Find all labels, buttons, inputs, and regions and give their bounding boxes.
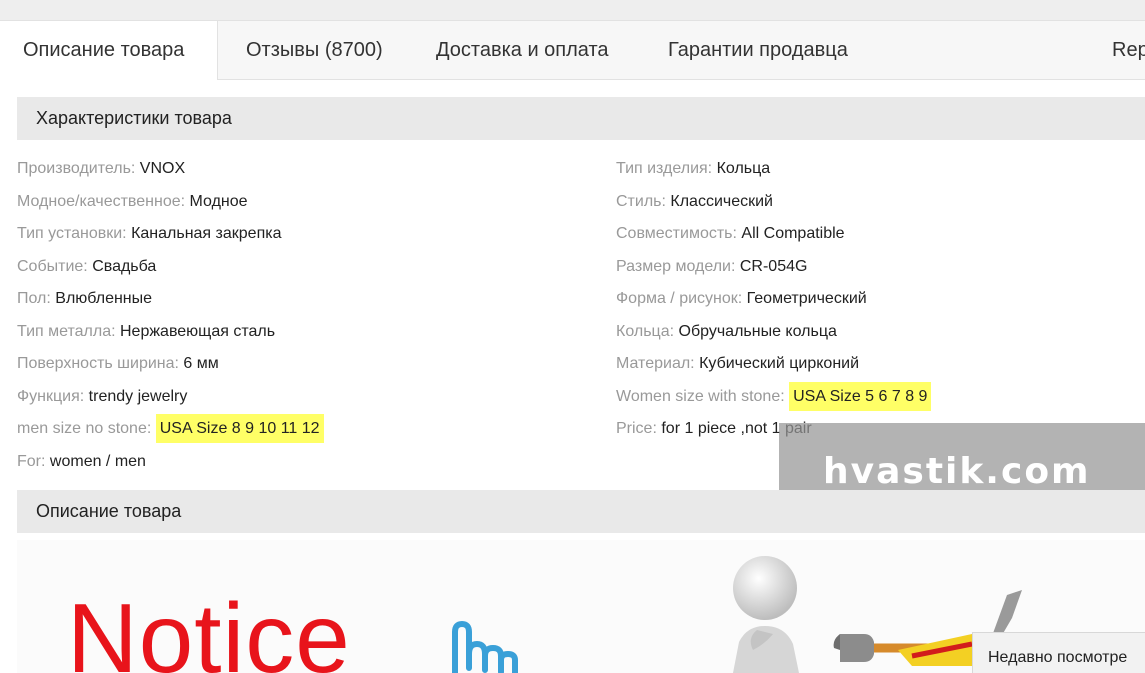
spec-value: All Compatible <box>741 225 845 242</box>
spec-value: Нержавеющая сталь <box>120 323 276 340</box>
spec-value: 6 мм <box>183 355 219 372</box>
spec-gender: Пол: Влюбленные <box>17 289 152 309</box>
spec-surface-width: Поверхность ширина: 6 мм <box>17 354 219 374</box>
spec-value: VNOX <box>139 160 186 177</box>
spec-for: For: women / men <box>17 452 146 472</box>
spec-key: Price: <box>616 420 657 437</box>
spec-shape-pattern: Форма / рисунок: Геометрический <box>616 289 867 309</box>
spec-key: men size no stone: <box>17 420 152 437</box>
spec-value: Геометрический <box>746 290 867 307</box>
spec-material: Материал: Кубический цирконий <box>616 354 859 374</box>
spec-value-highlighted: USA Size 8 9 10 11 12 <box>155 414 324 443</box>
thinking-figure-icon <box>733 556 799 673</box>
spec-key: Материал: <box>616 355 695 372</box>
notice-text: Notice <box>67 583 351 673</box>
spec-key: Кольца: <box>616 323 675 340</box>
spec-key: Тип металла: <box>17 323 116 340</box>
spec-key: Форма / рисунок: <box>616 290 743 307</box>
spec-value: trendy jewelry <box>88 388 188 405</box>
watermark-text: hvastik.com <box>823 451 1091 492</box>
recently-viewed-bar[interactable]: Недавно посмотре <box>972 632 1145 673</box>
spec-setting-type: Тип установки: Канальная закрепка <box>17 224 281 244</box>
spec-key: Поверхность ширина: <box>17 355 179 372</box>
spec-occasion: Событие: Свадьба <box>17 257 156 277</box>
spec-value: Модное <box>189 193 248 210</box>
spec-value: women / men <box>49 453 146 470</box>
spec-key: For: <box>17 453 46 470</box>
spec-key: Событие: <box>17 258 88 275</box>
spec-model-number: Размер модели: CR-054G <box>616 257 807 277</box>
spec-item-type: Тип изделия: Кольца <box>616 159 770 179</box>
spec-value: Влюбленные <box>55 290 153 307</box>
spec-value: Канальная закрепка <box>131 225 282 242</box>
spec-metal-type: Тип металла: Нержавеющая сталь <box>17 322 275 342</box>
spec-value: Кубический цирконий <box>699 355 860 372</box>
spec-key: Размер модели: <box>616 258 736 275</box>
tab-delivery-payment[interactable]: Доставка и оплата <box>436 21 609 79</box>
spec-key: Тип изделия: <box>616 160 713 177</box>
spec-key: Тип установки: <box>17 225 127 242</box>
spec-value-highlighted: USA Size 5 6 7 8 9 <box>789 382 932 411</box>
spec-function: Функция: trendy jewelry <box>17 387 187 407</box>
spec-fashion-quality: Модное/качественное: Модное <box>17 192 248 212</box>
spec-style: Стиль: Классический <box>616 192 773 212</box>
characteristics-header: Характеристики товара <box>17 97 1145 140</box>
spec-men-size: men size no stone: USA Size 8 9 10 11 12 <box>17 414 324 443</box>
product-tabs: Описание товара Отзывы (8700) Доставка и… <box>0 21 1145 80</box>
spec-key: Модное/качественное: <box>17 193 186 210</box>
tab-report[interactable]: Rep <box>1112 21 1145 79</box>
spec-value: CR-054G <box>739 258 808 275</box>
spec-value: Классический <box>670 193 773 210</box>
tab-reviews[interactable]: Отзывы (8700) <box>246 21 383 79</box>
spec-key: Пол: <box>17 290 51 307</box>
spec-key: Women size with stone: <box>616 388 785 405</box>
spec-key: Производитель: <box>17 160 136 177</box>
spec-key: Совместимость: <box>616 225 737 242</box>
spec-value: Обручальные кольца <box>678 323 837 340</box>
spec-rings: Кольца: Обручальные кольца <box>616 322 837 342</box>
tab-description[interactable]: Описание товара <box>0 21 218 80</box>
pointing-hand-icon <box>452 621 518 673</box>
spec-compatibility: Совместимость: All Compatible <box>616 224 845 244</box>
spec-key: Стиль: <box>616 193 666 210</box>
spec-value: Кольца <box>716 160 771 177</box>
tab-seller-guarantees[interactable]: Гарантии продавца <box>668 21 848 79</box>
description-header: Описание товара <box>17 490 1145 533</box>
top-strip <box>0 0 1145 21</box>
spec-value: Свадьба <box>92 258 157 275</box>
spec-key: Функция: <box>17 388 85 405</box>
spec-women-size: Women size with stone: USA Size 5 6 7 8 … <box>616 382 932 411</box>
spec-manufacturer: Производитель: VNOX <box>17 159 185 179</box>
